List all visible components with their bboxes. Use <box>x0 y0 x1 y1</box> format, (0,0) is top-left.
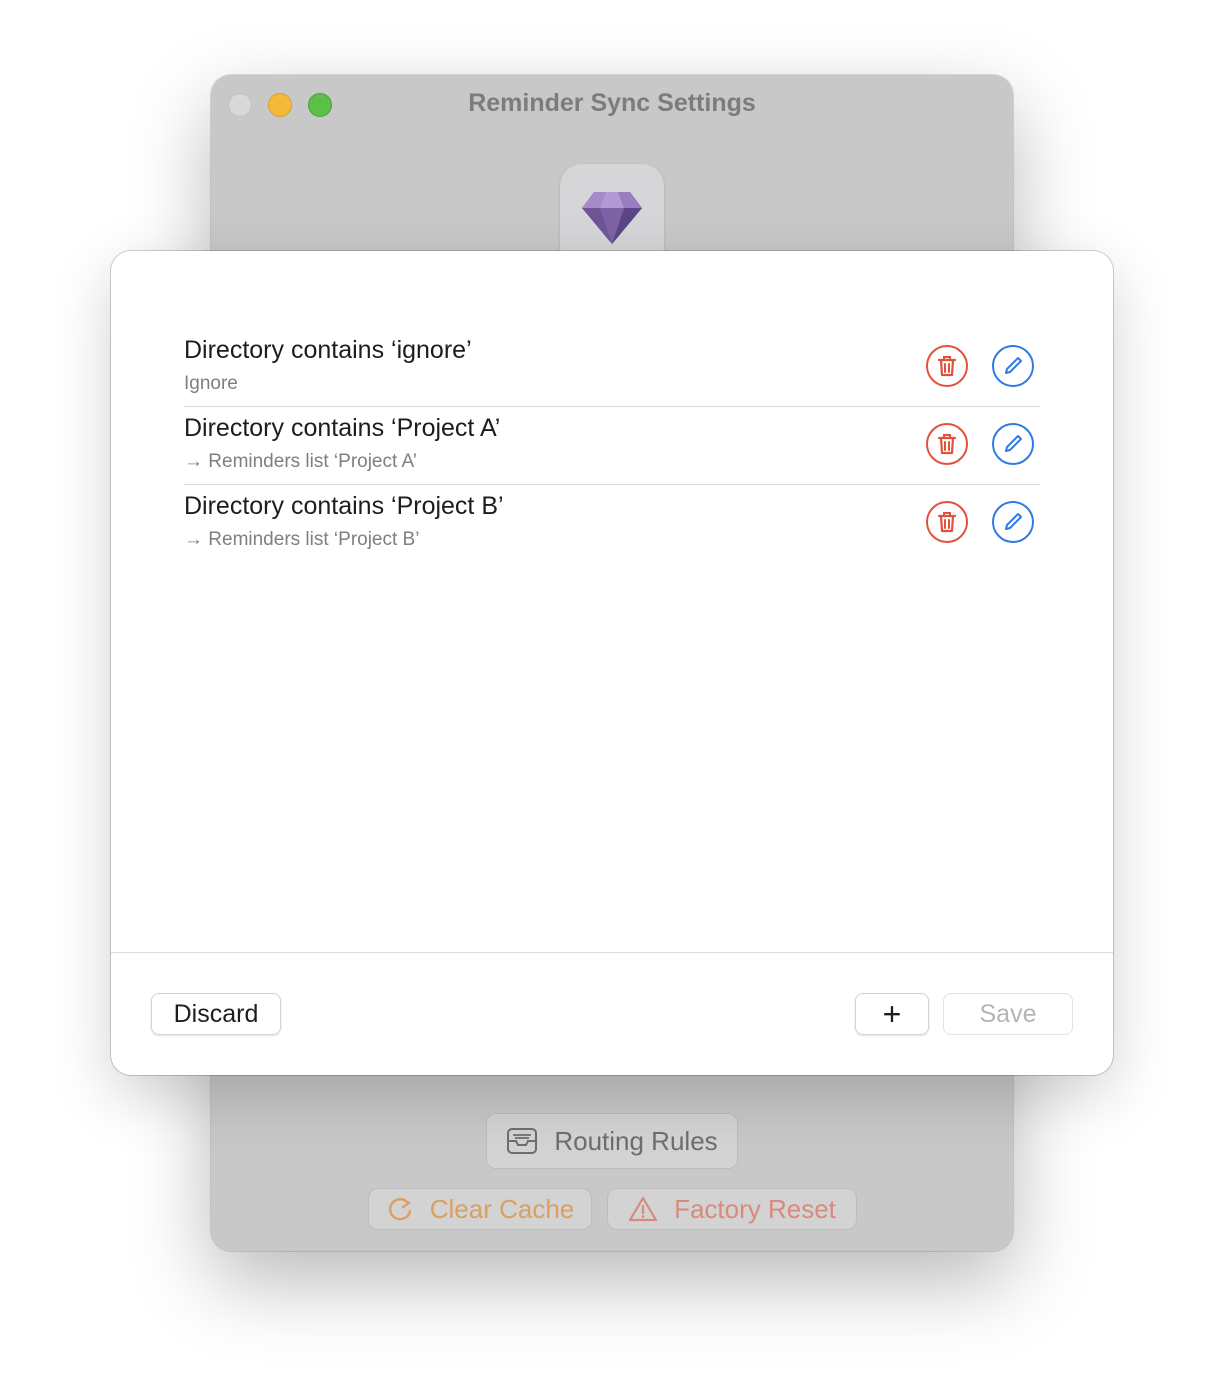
delete-rule-button[interactable] <box>926 345 968 387</box>
factory-reset-label: Factory Reset <box>674 1193 836 1224</box>
clear-cache-label: Clear Cache <box>429 1193 575 1224</box>
trash-icon <box>937 512 957 533</box>
rule-title: Directory contains ‘ignore’ <box>184 336 472 364</box>
discard-button[interactable]: Discard <box>151 993 281 1035</box>
clear-cache-button[interactable]: Clear Cache <box>368 1188 592 1230</box>
warning-icon <box>628 1196 658 1222</box>
rule-row: Directory contains ‘Project A’ → Reminde… <box>184 407 1040 485</box>
rule-subtitle: → Reminders list ‘Project A’ <box>184 451 417 472</box>
edit-rule-button[interactable] <box>992 501 1034 543</box>
diamond-icon <box>582 192 642 244</box>
routing-rules-label: Routing Rules <box>554 1125 718 1156</box>
rule-title: Directory contains ‘Project B’ <box>184 492 504 520</box>
trash-icon <box>937 434 957 455</box>
rule-row: Directory contains ‘Project B’ → Reminde… <box>184 485 1040 563</box>
title-bar: Reminder Sync Settings <box>211 75 1013 133</box>
tray-icon <box>507 1128 538 1154</box>
rule-title: Directory contains ‘Project A’ <box>184 414 501 442</box>
edit-rule-button[interactable] <box>992 423 1034 465</box>
trash-icon <box>937 356 957 377</box>
footer-divider <box>111 952 1113 953</box>
routing-rules-sheet: Directory contains ‘ignore’ Ignore Direc… <box>111 251 1113 1075</box>
edit-rule-button[interactable] <box>992 345 1034 387</box>
delete-rule-button[interactable] <box>926 423 968 465</box>
window-title: Reminder Sync Settings <box>468 89 756 117</box>
refresh-icon <box>388 1197 411 1221</box>
delete-rule-button[interactable] <box>926 501 968 543</box>
rule-subtitle: Ignore <box>184 373 238 394</box>
pencil-icon <box>1005 435 1022 452</box>
routing-rules-button[interactable]: Routing Rules <box>486 1113 738 1169</box>
rule-subtitle: → Reminders list ‘Project B’ <box>184 529 420 550</box>
pencil-icon <box>1005 357 1022 374</box>
rule-row: Directory contains ‘ignore’ Ignore <box>184 329 1040 407</box>
save-button[interactable]: Save <box>943 993 1073 1035</box>
rules-list: Directory contains ‘ignore’ Ignore Direc… <box>184 329 1040 563</box>
add-rule-button[interactable]: + <box>855 993 929 1035</box>
factory-reset-button[interactable]: Factory Reset <box>607 1188 857 1230</box>
pencil-icon <box>1005 513 1022 530</box>
